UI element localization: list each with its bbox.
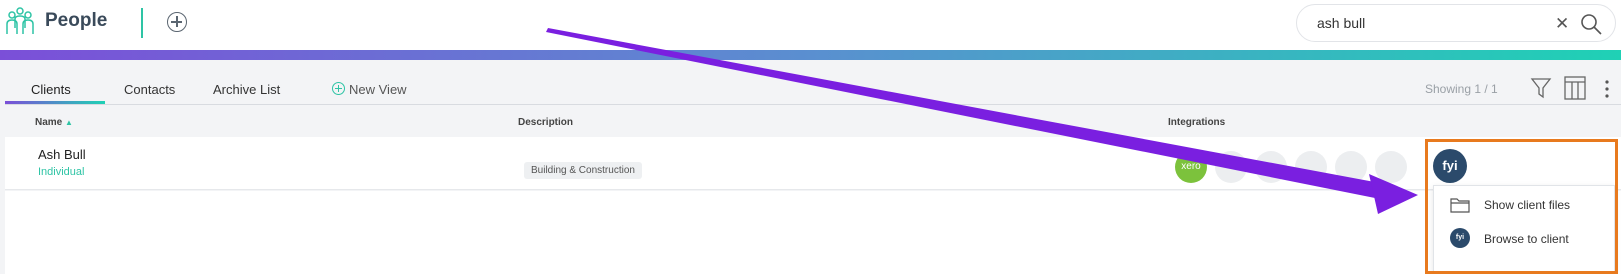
page-title: People bbox=[45, 10, 108, 31]
description-badge: Building & Construction bbox=[524, 162, 642, 179]
client-type: Individual bbox=[38, 166, 85, 178]
integration-placeholder-icon[interactable] bbox=[1295, 151, 1327, 183]
close-icon[interactable]: ✕ bbox=[1555, 14, 1569, 34]
plus-icon[interactable] bbox=[332, 82, 345, 95]
search-input[interactable]: ash bull bbox=[1317, 15, 1365, 31]
main-content: Clients Contacts Archive List New View S… bbox=[0, 60, 1621, 274]
integration-placeholder-icon[interactable] bbox=[1335, 151, 1367, 183]
tab-contacts[interactable]: Contacts bbox=[124, 82, 175, 97]
sort-ascending-icon: ▲ bbox=[65, 118, 73, 127]
header-gradient-bar bbox=[0, 50, 1621, 60]
client-name[interactable]: Ash Bull bbox=[38, 147, 86, 162]
tab-clients[interactable]: Clients bbox=[31, 82, 71, 97]
header-divider bbox=[141, 8, 143, 38]
annotation-highlight-box bbox=[1425, 139, 1618, 274]
tab-archive-list[interactable]: Archive List bbox=[213, 82, 280, 97]
column-header-label: Name bbox=[35, 117, 63, 128]
integration-placeholder-icon[interactable] bbox=[1375, 151, 1407, 183]
integration-placeholder-icon[interactable] bbox=[1255, 151, 1287, 183]
top-bar: People ash bull ✕ bbox=[0, 0, 1621, 50]
showing-count: Showing 1 / 1 bbox=[1425, 82, 1498, 96]
filter-icon[interactable] bbox=[1530, 77, 1552, 99]
column-header-name[interactable]: Name ▲ bbox=[35, 117, 73, 128]
xero-icon[interactable]: xero bbox=[1175, 151, 1207, 183]
column-header-integrations[interactable]: Integrations bbox=[1168, 117, 1225, 128]
search-icon[interactable] bbox=[1579, 12, 1603, 36]
tabs-divider bbox=[5, 104, 1621, 105]
integration-placeholder-icon[interactable] bbox=[1215, 151, 1247, 183]
add-icon[interactable] bbox=[167, 12, 187, 32]
people-icon bbox=[6, 7, 34, 34]
table-row[interactable]: Ash Bull Individual Building & Construct… bbox=[5, 137, 1621, 190]
more-options-icon[interactable] bbox=[1604, 79, 1610, 99]
search-box[interactable]: ash bull ✕ bbox=[1296, 4, 1616, 42]
column-header-description[interactable]: Description bbox=[518, 117, 573, 128]
table-empty-area bbox=[5, 191, 1621, 274]
new-view-button[interactable]: New View bbox=[349, 82, 407, 97]
columns-icon[interactable] bbox=[1564, 76, 1586, 100]
